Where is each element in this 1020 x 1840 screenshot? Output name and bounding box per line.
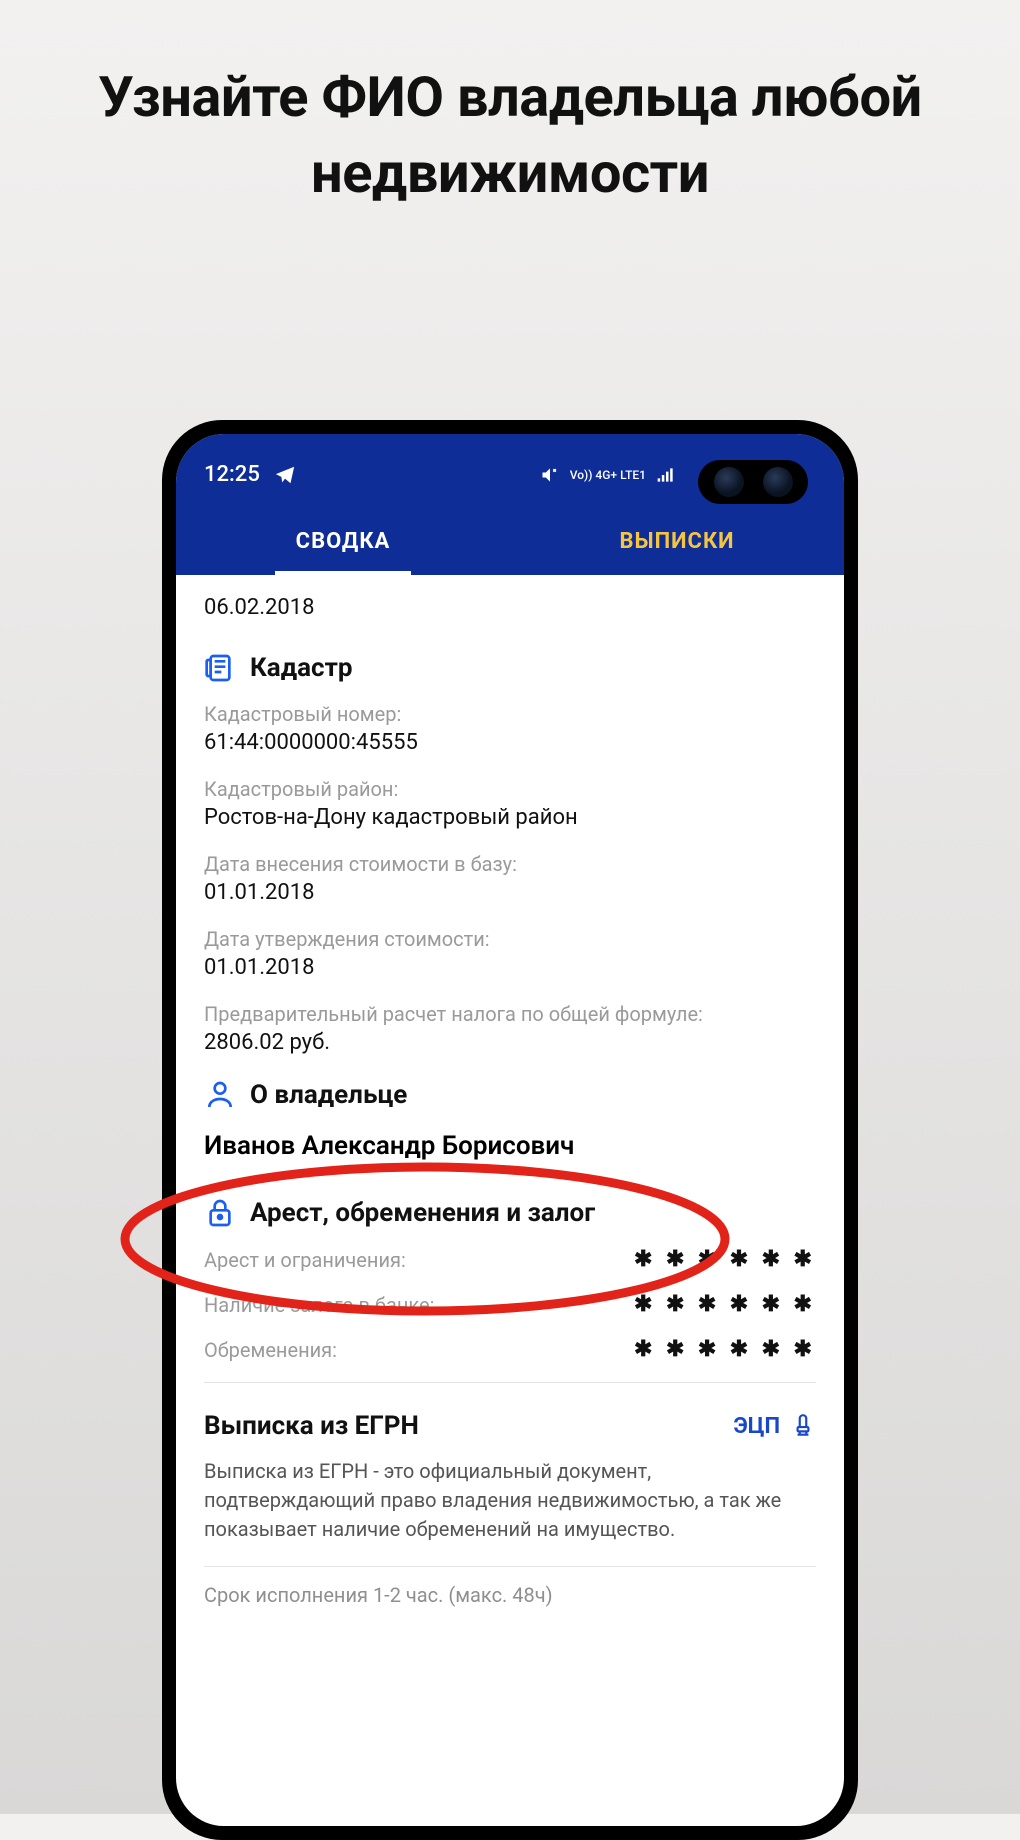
- egrn-time-hint: Срок исполнения 1-2 час. (макс. 48ч): [204, 1566, 816, 1607]
- label: Дата утверждения стоимости:: [204, 927, 816, 951]
- tab-bar: СВОДКА ВЫПИСКИ: [176, 507, 844, 575]
- status-time: 12:25: [204, 462, 260, 487]
- label: Наличие залога в банке:: [204, 1293, 434, 1317]
- egrn-description: Выписка из ЕГРН - это официальный докуме…: [204, 1457, 816, 1544]
- field-tax-calc: Предварительный расчет налога по общей ф…: [204, 1002, 816, 1055]
- section-cadastre-title: Кадастр: [250, 653, 352, 683]
- label: Обременения:: [204, 1338, 337, 1362]
- scroll-content[interactable]: 06.02.2018 Кадастр Кадастровый номер: 61…: [176, 575, 844, 1607]
- tab-summary[interactable]: СВОДКА: [176, 507, 510, 575]
- signal-icon: [656, 465, 676, 485]
- label: Кадастровый номер:: [204, 702, 816, 726]
- row-pledge: Наличие залога в банке: ✱ ✱ ✱ ✱ ✱ ✱: [204, 1292, 816, 1317]
- mute-icon: [540, 465, 560, 485]
- owner-full-name: Иванов Александр Борисович: [204, 1131, 816, 1161]
- label: Арест и ограничения:: [204, 1248, 406, 1272]
- masked-value: ✱ ✱ ✱ ✱ ✱ ✱: [634, 1247, 816, 1272]
- value: 61:44:0000000:45555: [204, 730, 816, 755]
- telegram-icon: [274, 464, 296, 486]
- value: 2806.02 руб.: [204, 1030, 816, 1055]
- person-icon: [204, 1079, 236, 1111]
- masked-value: ✱ ✱ ✱ ✱ ✱ ✱: [634, 1337, 816, 1362]
- divider: [204, 1382, 816, 1383]
- top-date: 06.02.2018: [204, 595, 816, 620]
- label: Предварительный расчет налога по общей ф…: [204, 1002, 816, 1026]
- camera-lens-icon: [763, 467, 793, 497]
- egrn-badge-text: ЭЦП: [733, 1414, 780, 1439]
- tab-extracts[interactable]: ВЫПИСКИ: [510, 507, 844, 575]
- masked-value: ✱ ✱ ✱ ✱ ✱ ✱: [634, 1292, 816, 1317]
- row-arrest: Арест и ограничения: ✱ ✱ ✱ ✱ ✱ ✱: [204, 1247, 816, 1272]
- label: Дата внесения стоимости в базу:: [204, 852, 816, 876]
- section-owner-title: О владельце: [250, 1080, 407, 1110]
- field-cadastre-district: Кадастровый район: Ростов-на-Дону кадаст…: [204, 777, 816, 830]
- section-liens-title: Арест, обременения и залог: [250, 1198, 595, 1228]
- egrn-signature-badge[interactable]: ЭЦП: [733, 1413, 816, 1439]
- field-cost-entry-date: Дата внесения стоимости в базу: 01.01.20…: [204, 852, 816, 905]
- field-cost-approve-date: Дата утверждения стоимости: 01.01.2018: [204, 927, 816, 980]
- camera-lens-icon: [714, 467, 744, 497]
- section-liens-head: Арест, обременения и залог: [204, 1197, 816, 1229]
- document-icon: [204, 652, 236, 684]
- value: Ростов-на-Дону кадастровый район: [204, 805, 816, 830]
- value: 01.01.2018: [204, 955, 816, 980]
- phone-mock: 12:25 Vo)) 4G+ LTE1 СВОДКА ВЫПИСКИ 06.02…: [162, 420, 858, 1840]
- front-camera-cluster: [698, 460, 808, 504]
- section-owner-head: О владельце: [204, 1079, 816, 1111]
- row-encumbrance: Обременения: ✱ ✱ ✱ ✱ ✱ ✱: [204, 1337, 816, 1362]
- egrn-head: Выписка из ЕГРН ЭЦП: [204, 1411, 816, 1441]
- label: Кадастровый район:: [204, 777, 816, 801]
- field-cadastre-number: Кадастровый номер: 61:44:0000000:45555: [204, 702, 816, 755]
- status-network-label: Vo)) 4G+ LTE1: [570, 469, 646, 481]
- section-cadastre-head: Кадастр: [204, 652, 816, 684]
- promo-headline: Узнайте ФИО владельца любой недвижимости: [0, 0, 1020, 211]
- stamp-icon: [790, 1413, 816, 1439]
- phone-screen: 12:25 Vo)) 4G+ LTE1 СВОДКА ВЫПИСКИ 06.02…: [176, 434, 844, 1826]
- app-topbar: 12:25 Vo)) 4G+ LTE1 СВОДКА ВЫПИСКИ: [176, 434, 844, 575]
- value: 01.01.2018: [204, 880, 816, 905]
- lock-icon: [204, 1197, 236, 1229]
- egrn-title: Выписка из ЕГРН: [204, 1411, 419, 1441]
